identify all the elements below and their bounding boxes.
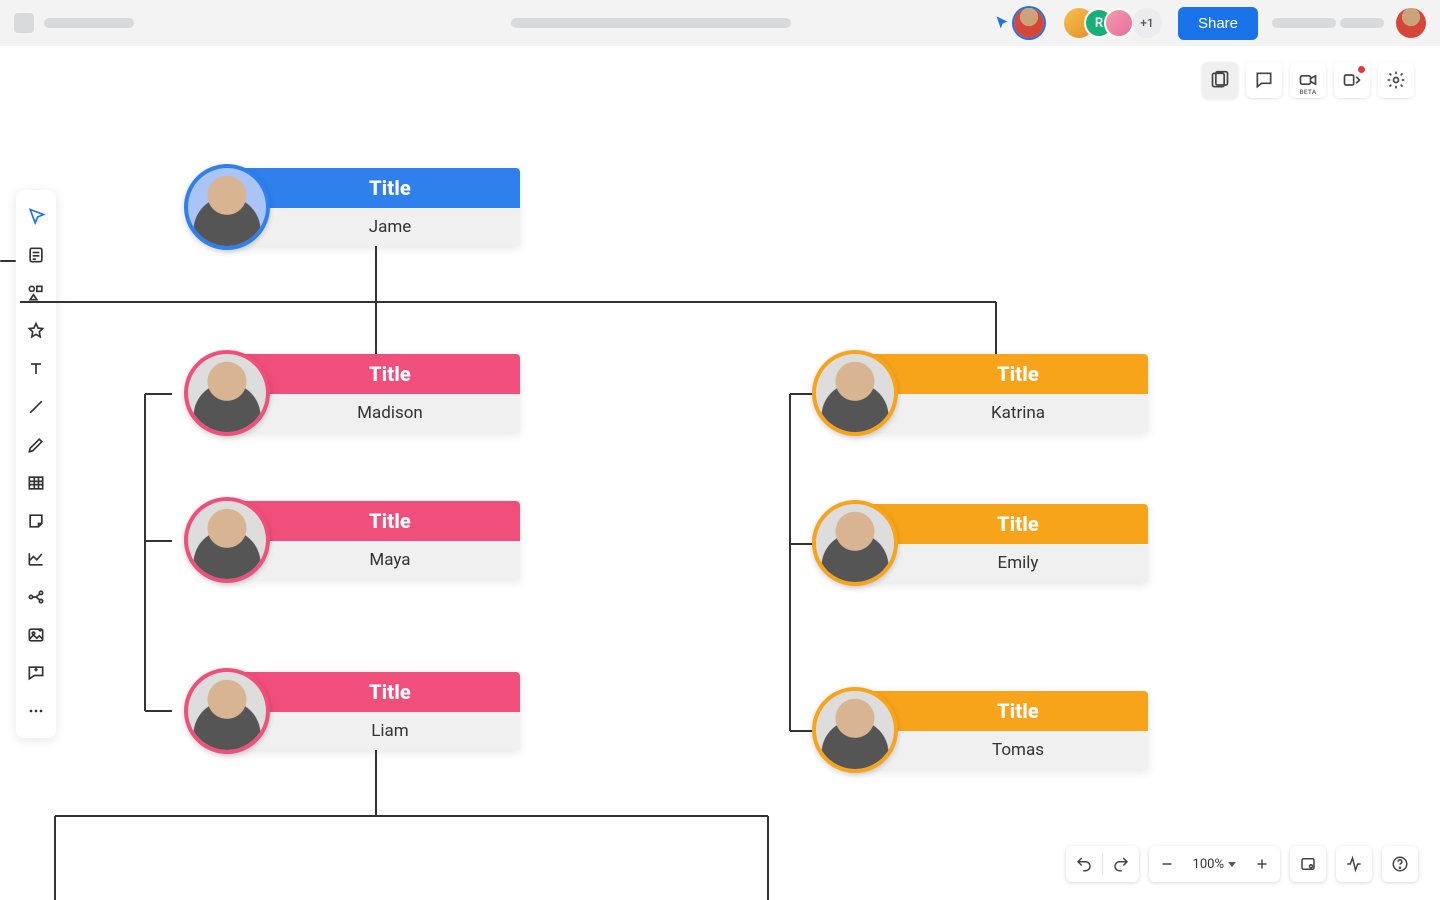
org-card-right-2[interactable]: Title Tomas <box>848 691 1148 769</box>
redo-button[interactable] <box>1103 846 1139 882</box>
avatar-icon <box>184 164 270 250</box>
minimap-button[interactable] <box>1290 846 1326 882</box>
presence-overflow-count[interactable]: +1 <box>1132 8 1162 38</box>
zoom-in-button[interactable] <box>1244 846 1280 882</box>
topbar-action-1[interactable] <box>1272 18 1336 28</box>
avatar-icon <box>812 350 898 436</box>
org-card-left-1[interactable]: Title Maya <box>220 501 520 579</box>
chevron-down-icon <box>1228 862 1236 867</box>
account-avatar[interactable] <box>1396 8 1426 38</box>
avatar-icon <box>184 350 270 436</box>
zoom-value: 100% <box>1193 857 1224 872</box>
org-card-left-0[interactable]: Title Madison <box>220 354 520 432</box>
avatar-icon <box>812 687 898 773</box>
org-card-left-2[interactable]: Title Liam <box>220 672 520 750</box>
avatar-icon <box>812 500 898 586</box>
topbar-action-2[interactable] <box>1340 18 1384 28</box>
zoom-out-button[interactable] <box>1149 846 1185 882</box>
file-menu[interactable] <box>44 18 134 28</box>
org-card-right-0[interactable]: Title Katrina <box>848 354 1148 432</box>
share-button[interactable]: Share <box>1178 7 1258 40</box>
help-button[interactable] <box>1382 846 1418 882</box>
presence-avatar-self[interactable] <box>1014 8 1044 38</box>
undo-button[interactable] <box>1066 846 1102 882</box>
activity-button[interactable] <box>1336 846 1372 882</box>
org-card-root[interactable]: Title Jame <box>220 168 520 246</box>
zoom-level[interactable]: 100% <box>1185 857 1244 872</box>
document-title[interactable] <box>511 18 791 28</box>
cursor-icon <box>994 15 1010 31</box>
canvas[interactable]: Title Jame Title Madison Title Maya Titl… <box>0 46 1440 900</box>
topbar: R +1 Share <box>0 0 1440 46</box>
avatar-icon <box>184 497 270 583</box>
avatar-icon <box>184 668 270 754</box>
bottombar: 100% <box>1066 846 1418 882</box>
app-logo[interactable] <box>14 13 34 33</box>
org-card-right-1[interactable]: Title Emily <box>848 504 1148 582</box>
presence-avatar-3[interactable] <box>1104 8 1134 38</box>
